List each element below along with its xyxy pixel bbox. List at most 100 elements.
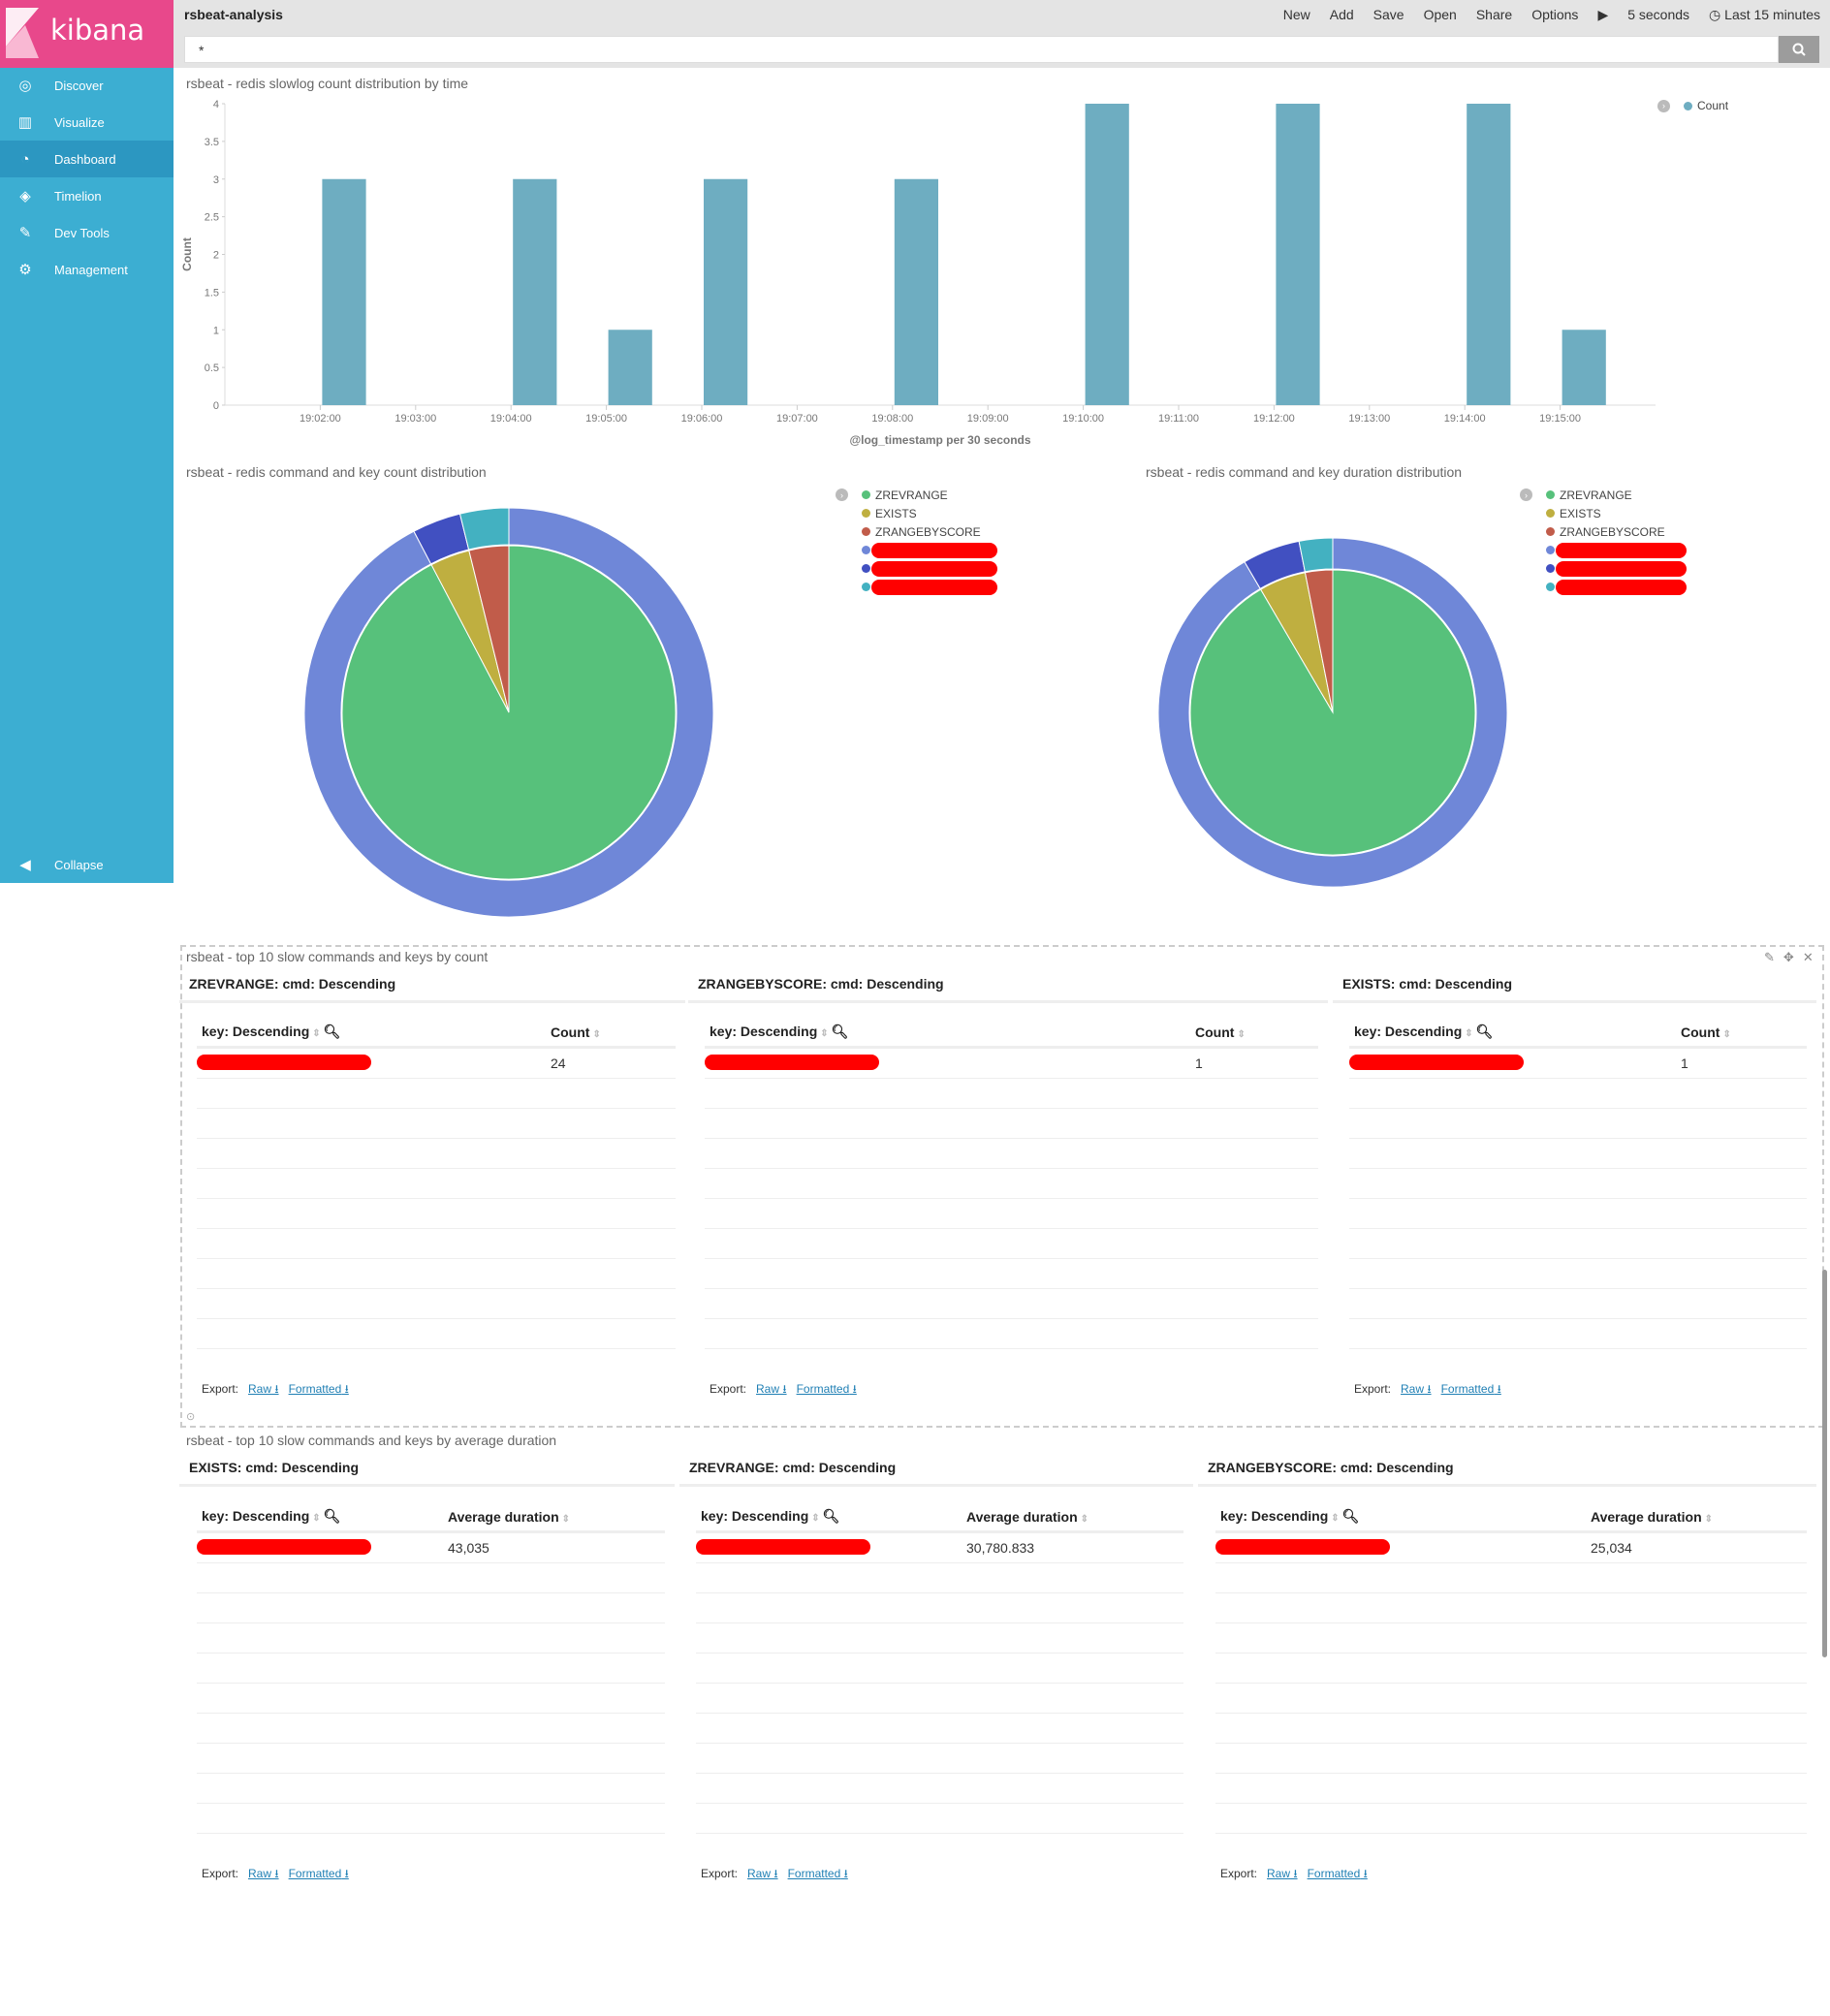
search-icon[interactable]: 🔍︎ <box>1476 1024 1494 1039</box>
column-header-value[interactable]: Count ⇕ <box>1681 1024 1734 1040</box>
move-icon[interactable]: ✥ <box>1783 950 1794 965</box>
sort-icon[interactable]: ⇕ <box>312 1028 320 1039</box>
legend-item[interactable]: › ZREVRANGE <box>1520 486 1687 504</box>
export-raw-link[interactable]: Raw ⭳ <box>756 1382 787 1396</box>
menu-save[interactable]: Save <box>1373 7 1404 23</box>
export-raw-link[interactable]: Raw ⭳ <box>248 1867 279 1880</box>
count-panel-title: rsbeat - top 10 slow commands and keys b… <box>186 949 489 964</box>
sidebar-item-dashboard[interactable]: ◔ Dashboard <box>0 141 174 177</box>
table-row <box>1215 1774 1807 1804</box>
sort-icon[interactable]: ⇕ <box>1722 1029 1730 1040</box>
sort-icon[interactable]: ⇕ <box>1465 1028 1472 1039</box>
x-tick-label: 19:09:00 <box>967 413 1009 425</box>
table-row <box>696 1623 1183 1654</box>
kibana-logo[interactable]: kibana <box>0 0 174 68</box>
sort-icon[interactable]: ⇕ <box>1081 1514 1089 1525</box>
export-formatted-link[interactable]: Formatted ⭳ <box>1308 1867 1368 1880</box>
legend-dot <box>1546 546 1555 554</box>
table-row <box>197 1654 665 1684</box>
collapse-button[interactable]: ◀ Collapse <box>0 846 174 883</box>
column-header-value[interactable]: Count ⇕ <box>551 1024 604 1040</box>
legend-item[interactable]: › ZREVRANGE <box>836 486 997 504</box>
sidebar-item-management[interactable]: ⚙ Management <box>0 251 174 288</box>
export-raw-link[interactable]: Raw ⭳ <box>747 1867 778 1880</box>
legend-item-redacted[interactable] <box>1520 559 1687 578</box>
export-formatted-link[interactable]: Formatted ⭳ <box>1441 1382 1501 1396</box>
sidebar-item-dev-tools[interactable]: ✎ Dev Tools <box>0 214 174 251</box>
column-header-key[interactable]: key: Descending ⇕ 🔍︎ <box>1215 1508 1591 1525</box>
edit-icon[interactable]: ✎ <box>1764 950 1775 965</box>
column-header-value[interactable]: Count ⇕ <box>1195 1024 1248 1040</box>
menu-share[interactable]: Share <box>1476 7 1512 23</box>
menu-new[interactable]: New <box>1283 7 1310 23</box>
outer-slice-2[interactable] <box>1298 537 1334 573</box>
sort-icon[interactable]: ⇕ <box>562 1514 570 1525</box>
sidebar-item-discover[interactable]: ◎ Discover <box>0 67 174 104</box>
export-raw-link[interactable]: Raw ⭳ <box>248 1382 279 1396</box>
search-button[interactable] <box>1779 36 1819 63</box>
legend-item[interactable]: EXISTS <box>1520 504 1687 522</box>
collapse-label: Collapse <box>54 857 104 872</box>
legend-count[interactable]: Count <box>1697 99 1728 112</box>
sort-icon[interactable]: ⇕ <box>312 1513 320 1524</box>
column-header-key[interactable]: key: Descending ⇕ 🔍︎ <box>696 1508 966 1525</box>
column-header-value[interactable]: Average duration ⇕ <box>966 1509 1091 1525</box>
search-icon[interactable]: 🔍︎ <box>1342 1508 1360 1524</box>
export-raw-link[interactable]: Raw ⭳ <box>1267 1867 1298 1880</box>
panel-controls: ✎ ✥ ✕ <box>1764 950 1814 965</box>
search-icon[interactable]: 🔍︎ <box>823 1508 840 1524</box>
sort-icon[interactable]: ⇕ <box>820 1028 828 1039</box>
export-raw-link[interactable]: Raw ⭳ <box>1401 1382 1432 1396</box>
legend-item-redacted[interactable] <box>836 559 997 578</box>
legend-toggle-icon[interactable]: › <box>836 488 848 501</box>
outer-slice-2[interactable] <box>458 507 510 551</box>
play-icon[interactable]: ▶ <box>1597 7 1608 23</box>
column-header-key[interactable]: key: Descending ⇕ 🔍︎ <box>705 1024 1195 1040</box>
export-formatted-link[interactable]: Formatted ⭳ <box>788 1867 848 1880</box>
refresh-interval[interactable]: 5 seconds <box>1627 7 1689 23</box>
query-input[interactable]: * <box>184 36 1779 63</box>
legend-item-redacted[interactable] <box>1520 578 1687 596</box>
bar-chart-icon: ▥ <box>17 114 33 131</box>
menu-options[interactable]: Options <box>1531 7 1578 23</box>
sidebar-item-visualize[interactable]: ▥ Visualize <box>0 104 174 141</box>
redacted-mark <box>197 1538 371 1555</box>
table-row <box>197 1593 665 1623</box>
close-icon[interactable]: ✕ <box>1803 950 1814 965</box>
table-row <box>1215 1744 1807 1774</box>
legend-item-redacted[interactable] <box>836 578 997 596</box>
sort-icon[interactable]: ⇕ <box>1705 1514 1713 1525</box>
legend-toggle-icon[interactable]: › <box>1520 488 1532 501</box>
data-table: key: Descending ⇕ 🔍︎ Average duration ⇕ 43,03… <box>197 1502 665 1834</box>
menu-add[interactable]: Add <box>1330 7 1354 23</box>
divider <box>179 1484 675 1487</box>
search-icon[interactable]: 🔍︎ <box>324 1024 341 1039</box>
export-formatted-link[interactable]: Formatted ⭳ <box>289 1867 349 1880</box>
column-header-key[interactable]: key: Descending ⇕ 🔍︎ <box>197 1024 551 1040</box>
sort-icon[interactable]: ⇕ <box>1237 1029 1245 1040</box>
sidebar-item-timelion[interactable]: ◈ Timelion <box>0 177 174 214</box>
legend-item-redacted[interactable] <box>836 541 997 559</box>
y-tick-label: 1 <box>213 325 219 336</box>
menu-open[interactable]: Open <box>1424 7 1457 23</box>
column-header-key[interactable]: key: Descending ⇕ 🔍︎ <box>1349 1024 1681 1040</box>
time-picker[interactable]: ◷ Last 15 minutes <box>1709 7 1820 23</box>
sort-icon[interactable]: ⇕ <box>592 1029 600 1040</box>
export-formatted-link[interactable]: Formatted ⭳ <box>289 1382 349 1396</box>
table-row <box>1349 1079 1807 1109</box>
legend-item[interactable]: EXISTS <box>836 504 997 522</box>
legend-item-redacted[interactable] <box>1520 541 1687 559</box>
sort-icon[interactable]: ⇕ <box>811 1513 819 1524</box>
column-header-value[interactable]: Average duration ⇕ <box>1591 1509 1716 1525</box>
column-header-key[interactable]: key: Descending ⇕ 🔍︎ <box>197 1508 448 1525</box>
sort-icon[interactable]: ⇕ <box>1331 1513 1339 1524</box>
legend-item[interactable]: ZRANGEBYSCORE <box>1520 522 1687 541</box>
scrollbar[interactable] <box>1822 1270 1827 1657</box>
search-icon[interactable]: 🔍︎ <box>324 1508 341 1524</box>
search-icon[interactable]: 🔍︎ <box>832 1024 849 1039</box>
collapse-panel-icon[interactable]: ⊙ <box>186 1410 195 1423</box>
legend-toggle-icon[interactable]: › <box>1657 99 1670 112</box>
column-header-value[interactable]: Average duration ⇕ <box>448 1509 573 1525</box>
export-formatted-link[interactable]: Formatted ⭳ <box>797 1382 857 1396</box>
legend-item[interactable]: ZRANGEBYSCORE <box>836 522 997 541</box>
